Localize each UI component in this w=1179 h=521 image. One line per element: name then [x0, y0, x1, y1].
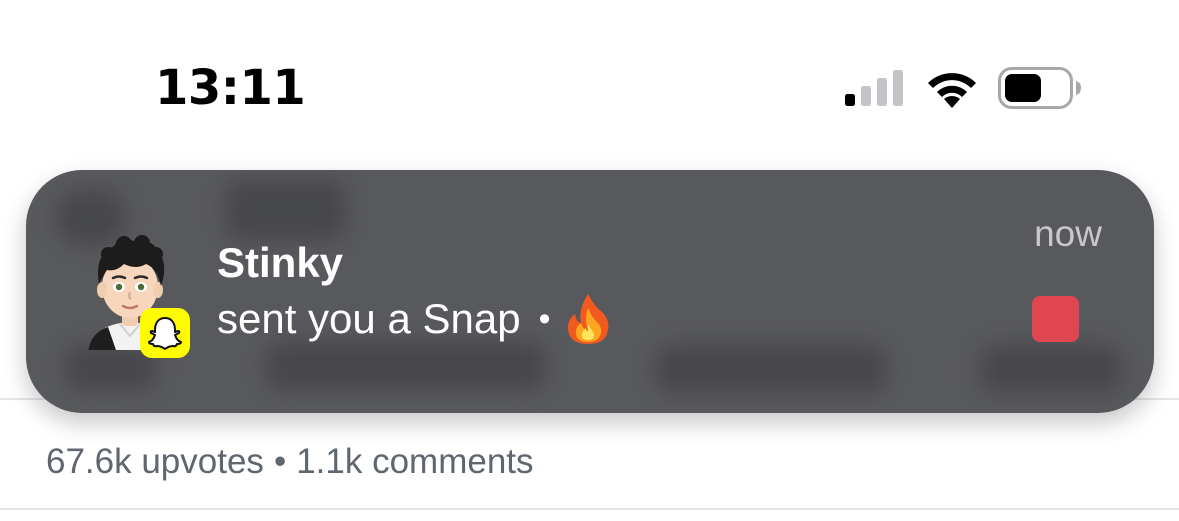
post-stats: 67.6k upvotes • 1.1k comments — [46, 440, 534, 484]
fire-emoji-icon — [568, 294, 609, 344]
notification-message: sent you a Snap • — [217, 292, 610, 346]
blurred-background — [226, 180, 346, 240]
wifi-icon — [928, 73, 976, 108]
notification-sender: Stinky — [217, 239, 344, 286]
stats-separator: • — [273, 442, 287, 481]
battery-icon — [998, 67, 1081, 109]
divider — [0, 508, 1179, 510]
message-separator: • — [538, 300, 551, 338]
blurred-background — [266, 342, 546, 390]
snap-indicator-icon — [1032, 296, 1079, 342]
upvote-count[interactable]: 67.6k upvotes — [46, 442, 264, 481]
snapchat-notification[interactable]: Stinky sent you a Snap • now — [26, 170, 1154, 413]
cellular-signal-icon — [845, 70, 903, 106]
blurred-background — [656, 345, 886, 393]
blurred-background — [981, 345, 1121, 393]
status-bar: 13:11 — [0, 0, 1179, 150]
status-time: 13:11 — [155, 60, 306, 116]
notification-timestamp: now — [1034, 213, 1102, 254]
snapchat-ghost-icon — [148, 317, 182, 350]
message-text: sent you a Snap — [217, 295, 521, 342]
snapchat-app-badge — [140, 308, 190, 358]
comment-count[interactable]: 1.1k comments — [296, 442, 533, 481]
